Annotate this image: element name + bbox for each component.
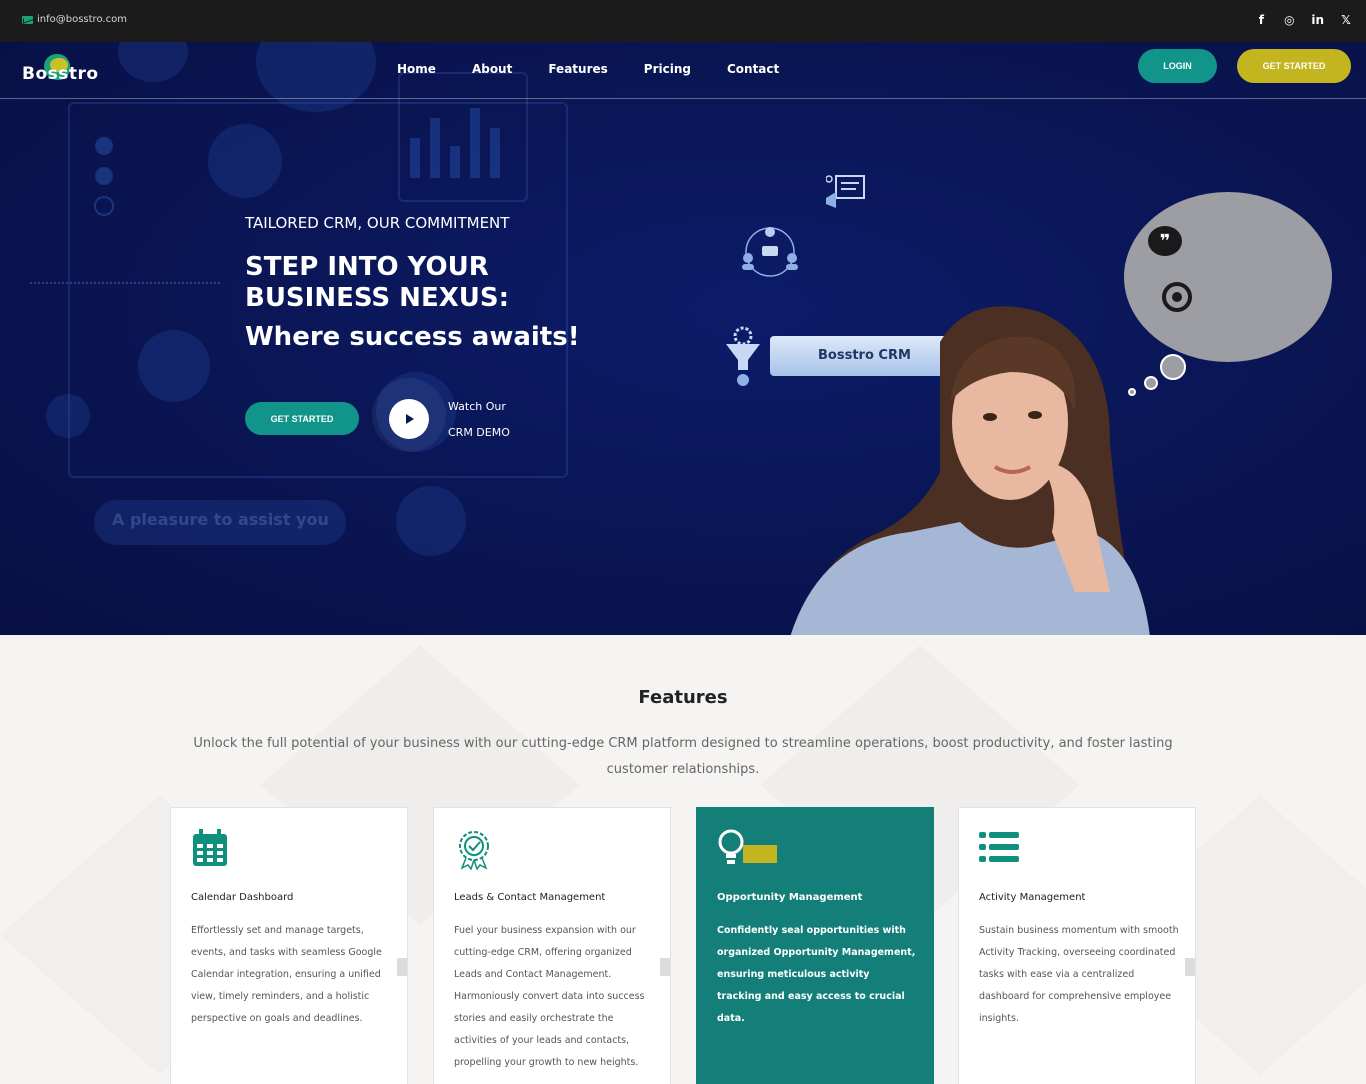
funnel-gear-icon xyxy=(726,326,760,386)
bg-search-circle xyxy=(138,330,210,402)
presentation-icon xyxy=(826,175,865,208)
hero-tagline: TAILORED CRM, OUR COMMITMENT xyxy=(245,214,510,232)
social-links: f ◎ in 𝕏 xyxy=(1255,12,1352,28)
award-badge-icon xyxy=(459,831,489,870)
card-body: Effortlessly set and manage targets, eve… xyxy=(191,925,382,1024)
watch-demo-line2[interactable]: CRM DEMO xyxy=(448,426,510,439)
features-title: Features xyxy=(638,687,728,708)
nav-about[interactable]: About xyxy=(472,62,512,76)
bg-checklist-icon xyxy=(94,137,114,216)
logo-wordmark: Bosstro xyxy=(22,64,99,84)
card-scroll-tab[interactable] xyxy=(397,958,407,976)
card-scroll-tab[interactable] xyxy=(660,958,670,976)
feature-card-opportunity[interactable]: Opportunity Management Confidently seal … xyxy=(696,807,934,1084)
card-body: Sustain business momentum with smooth Ac… xyxy=(979,925,1179,1024)
card-title: Leads & Contact Management xyxy=(454,892,606,903)
top-bar: info@bosstro.com f ◎ in 𝕏 xyxy=(0,0,1366,42)
get-started-nav-button[interactable]: GET STARTED xyxy=(1237,49,1351,83)
feature-card-activity[interactable]: Activity Management Sustain business mom… xyxy=(958,807,1196,1084)
card-scroll-tab[interactable] xyxy=(1185,958,1195,976)
bg-assist-text: A pleasure to assist you xyxy=(112,510,329,529)
nav-home[interactable]: Home xyxy=(397,62,436,76)
list-icon xyxy=(979,832,1019,862)
features-description: Unlock the full potential of your busine… xyxy=(193,736,1173,777)
team-meeting-icon xyxy=(742,227,798,277)
x-icon[interactable]: 𝕏 xyxy=(1340,12,1352,28)
lightbulb-icon xyxy=(718,829,777,864)
card-title: Calendar Dashboard xyxy=(191,892,294,903)
bg-clock-circle xyxy=(396,486,466,556)
facebook-icon[interactable]: f xyxy=(1255,12,1267,28)
calendar-icon xyxy=(193,829,227,866)
card-title: Activity Management xyxy=(979,892,1086,903)
quote-icon: ❞ xyxy=(1148,226,1182,256)
email-link[interactable]: info@bosstro.com xyxy=(22,14,127,25)
nav-contact[interactable]: Contact xyxy=(727,62,779,76)
bg-dotted-line xyxy=(30,282,220,284)
email-text: info@bosstro.com xyxy=(37,14,127,25)
watch-demo-line1[interactable]: Watch Our xyxy=(448,400,506,413)
play-demo-button[interactable] xyxy=(389,399,429,439)
nav-pricing[interactable]: Pricing xyxy=(644,62,691,76)
woman-photo xyxy=(790,306,1150,635)
instagram-icon[interactable]: ◎ xyxy=(1283,12,1295,28)
login-button[interactable]: LOGIN xyxy=(1138,49,1217,83)
play-icon xyxy=(406,414,414,424)
nav-links: Home About Features Pricing Contact xyxy=(397,62,779,76)
main-nav: Bosstro Home About Features Pricing Cont… xyxy=(0,42,1366,99)
feature-card-leads[interactable]: Leads & Contact Management Fuel your bus… xyxy=(433,807,671,1084)
mail-icon xyxy=(22,15,33,24)
linkedin-icon[interactable]: in xyxy=(1311,12,1324,28)
hero-section: A pleasure to assist you Bosstro Home Ab… xyxy=(0,42,1366,635)
features-section: Features Unlock the full potential of yo… xyxy=(0,635,1366,1084)
card-body: Fuel your business expansion with our cu… xyxy=(454,925,645,1068)
card-body: Confidently seal opportunities with orga… xyxy=(717,925,916,1024)
feature-card-calendar[interactable]: Calendar Dashboard Effortlessly set and … xyxy=(170,807,408,1084)
card-title: Opportunity Management xyxy=(717,892,863,903)
hero-subheadline: Where success awaits! xyxy=(245,322,580,352)
bg-bar-chart-icon xyxy=(410,108,500,178)
hero-headline: STEP INTO YOUR BUSINESS NEXUS: xyxy=(245,252,509,313)
get-started-hero-button[interactable]: GET STARTED xyxy=(245,402,359,435)
bg-heart-circle xyxy=(46,394,90,438)
brand-logo[interactable]: Bosstro xyxy=(22,54,102,88)
nav-features[interactable]: Features xyxy=(548,62,607,76)
bg-calculator-circle xyxy=(208,124,282,198)
